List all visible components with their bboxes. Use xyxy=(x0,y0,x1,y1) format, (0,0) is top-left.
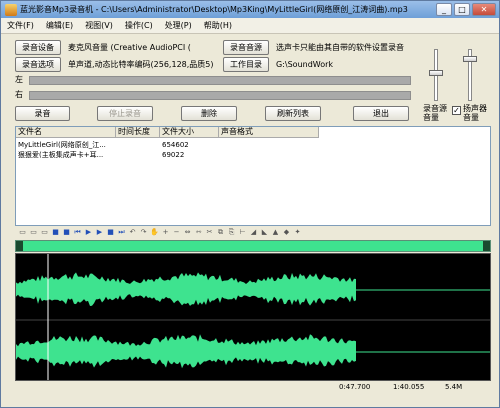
overview-start-marker[interactable] xyxy=(16,241,23,251)
file-size: 69022 xyxy=(162,151,185,159)
zoom-full-icon[interactable]: ⇿ xyxy=(194,228,203,237)
menu-process[interactable]: 处理(P) xyxy=(159,20,198,31)
redo-icon[interactable]: ↷ xyxy=(139,228,148,237)
exit-button[interactable]: 退出 xyxy=(353,106,409,121)
record-device-value: 麦克风音量 (Creative AudioPCI ( xyxy=(68,43,191,52)
app-window: 蓝光影音Mp3录音机 - C:\Users\Administrator\Desk… xyxy=(0,0,500,408)
fade-out-icon[interactable]: ◣ xyxy=(260,228,269,237)
editor-toolbar: ▭ ▭ ▭ ■ ■ ⏮ ▶ ▶ ■ ⏭ ↶ ↷ ✋ + − ⇔ ⇿ ✂ ⧉ ⎘ … xyxy=(15,226,491,239)
current-time: 0:47.700 xyxy=(339,383,371,391)
waveform-channel xyxy=(16,334,356,369)
new-icon[interactable]: ▭ xyxy=(18,228,27,237)
amplify-icon[interactable]: ▲ xyxy=(271,228,280,237)
play-selection-icon[interactable]: ▶ xyxy=(95,228,104,237)
cut-icon[interactable]: ✂ xyxy=(205,228,214,237)
speaker-label-line1: 扬声器 xyxy=(463,104,487,113)
speaker-volume-slider[interactable] xyxy=(463,49,477,101)
column-header-format[interactable]: 声音格式 xyxy=(219,127,319,138)
title-bar: 蓝光影音Mp3录音机 - C:\Users\Administrator\Desk… xyxy=(1,1,499,18)
fade-in-icon[interactable]: ◢ xyxy=(249,228,258,237)
menu-bar: 文件(F) 编辑(E) 视图(V) 操作(C) 处理(P) 帮助(H) xyxy=(1,18,499,34)
mute-icon[interactable]: ◆ xyxy=(282,228,291,237)
slider-thumb[interactable] xyxy=(463,56,477,62)
maximize-button[interactable]: □ xyxy=(454,3,470,16)
right-level-meter xyxy=(29,91,411,100)
copy-icon[interactable]: ⧉ xyxy=(216,228,225,237)
waveform-svg xyxy=(16,254,490,380)
record-source-volume-label: 录音源 音量 xyxy=(423,104,447,122)
hand-icon[interactable]: ✋ xyxy=(150,228,159,237)
file-size: 654602 xyxy=(162,141,189,149)
play-icon[interactable]: ▶ xyxy=(84,228,93,237)
menu-file[interactable]: 文件(F) xyxy=(1,20,40,31)
undo-icon[interactable]: ↶ xyxy=(128,228,137,237)
record-options-value: 单声道,动态比特率编码(256,128,品质5) xyxy=(68,60,214,69)
left-level-meter xyxy=(29,76,411,85)
menu-view[interactable]: 视图(V) xyxy=(79,20,119,31)
minimize-button[interactable]: _ xyxy=(436,3,452,16)
app-icon xyxy=(5,3,17,16)
speaker-label-line2: 音量 xyxy=(463,113,479,122)
file-list[interactable]: 文件名 时间长度 文件大小 声音格式 MyLittleGirl(网络原创_江..… xyxy=(15,126,491,226)
menu-help[interactable]: 帮助(H) xyxy=(198,20,238,31)
column-header-size[interactable]: 文件大小 xyxy=(160,127,219,138)
revert-icon[interactable]: ▭ xyxy=(40,228,49,237)
zoom-in-icon[interactable]: + xyxy=(161,228,170,237)
record-source-volume-slider[interactable] xyxy=(429,49,443,101)
file-size-status: 5.4M xyxy=(445,383,463,391)
work-dir-button[interactable]: 工作目录 xyxy=(223,57,269,72)
record-source-label-line2: 音量 xyxy=(423,113,439,122)
menu-edit[interactable]: 编辑(E) xyxy=(40,20,79,31)
save-icon[interactable]: ■ xyxy=(51,228,60,237)
close-button[interactable]: ✕ xyxy=(472,3,496,16)
right-channel-label: 右 xyxy=(15,90,23,99)
column-header-filename[interactable]: 文件名 xyxy=(16,127,116,138)
menu-operation[interactable]: 操作(C) xyxy=(119,20,159,31)
speaker-volume-checkbox[interactable]: ✓ xyxy=(452,106,461,115)
stop-icon[interactable]: ■ xyxy=(106,228,115,237)
overview-end-marker[interactable] xyxy=(483,241,490,251)
record-source-label-line1: 录音源 xyxy=(423,104,447,113)
record-source-button[interactable]: 录音音源 xyxy=(223,40,269,55)
waveform-channel xyxy=(16,272,356,306)
delete-button[interactable]: 删除 xyxy=(181,106,237,121)
stop-record-button[interactable]: 停止录音 xyxy=(97,106,153,121)
waveform-display[interactable] xyxy=(15,253,491,381)
status-bar: 0:47.700 1:40.055 5.4M xyxy=(15,382,491,393)
waveform-overview[interactable] xyxy=(15,240,491,252)
zoom-selection-icon[interactable]: ⇔ xyxy=(183,228,192,237)
refresh-list-button[interactable]: 刷新列表 xyxy=(265,106,321,121)
slider-thumb[interactable] xyxy=(429,70,443,76)
skip-back-icon[interactable]: ⏮ xyxy=(73,228,82,237)
record-options-button[interactable]: 录音选项 xyxy=(15,57,61,72)
record-device-button[interactable]: 录音设备 xyxy=(15,40,61,55)
total-time: 1:40.055 xyxy=(393,383,425,391)
left-channel-label: 左 xyxy=(15,75,23,84)
save-as-icon[interactable]: ■ xyxy=(62,228,71,237)
file-name: 狠狠爱(主板集成声卡+耳... xyxy=(18,151,104,159)
trim-icon[interactable]: ⊢ xyxy=(238,228,247,237)
speaker-volume-label: 扬声器 音量 xyxy=(463,104,487,122)
work-dir-value: G:\SoundWork xyxy=(276,60,334,69)
paste-icon[interactable]: ⎘ xyxy=(227,228,236,237)
skip-forward-icon[interactable]: ⏭ xyxy=(117,228,126,237)
record-source-hint: 选声卡只能由其自带的软件设置录音 xyxy=(276,43,404,52)
column-header-length[interactable]: 时间长度 xyxy=(116,127,160,138)
record-button[interactable]: 录音 xyxy=(15,106,70,121)
effects-icon[interactable]: ✦ xyxy=(293,228,302,237)
file-name: MyLittleGirl(网络原创_江... xyxy=(18,141,106,149)
window-title: 蓝光影音Mp3录音机 - C:\Users\Administrator\Desk… xyxy=(20,5,408,14)
open-icon[interactable]: ▭ xyxy=(29,228,38,237)
zoom-out-icon[interactable]: − xyxy=(172,228,181,237)
